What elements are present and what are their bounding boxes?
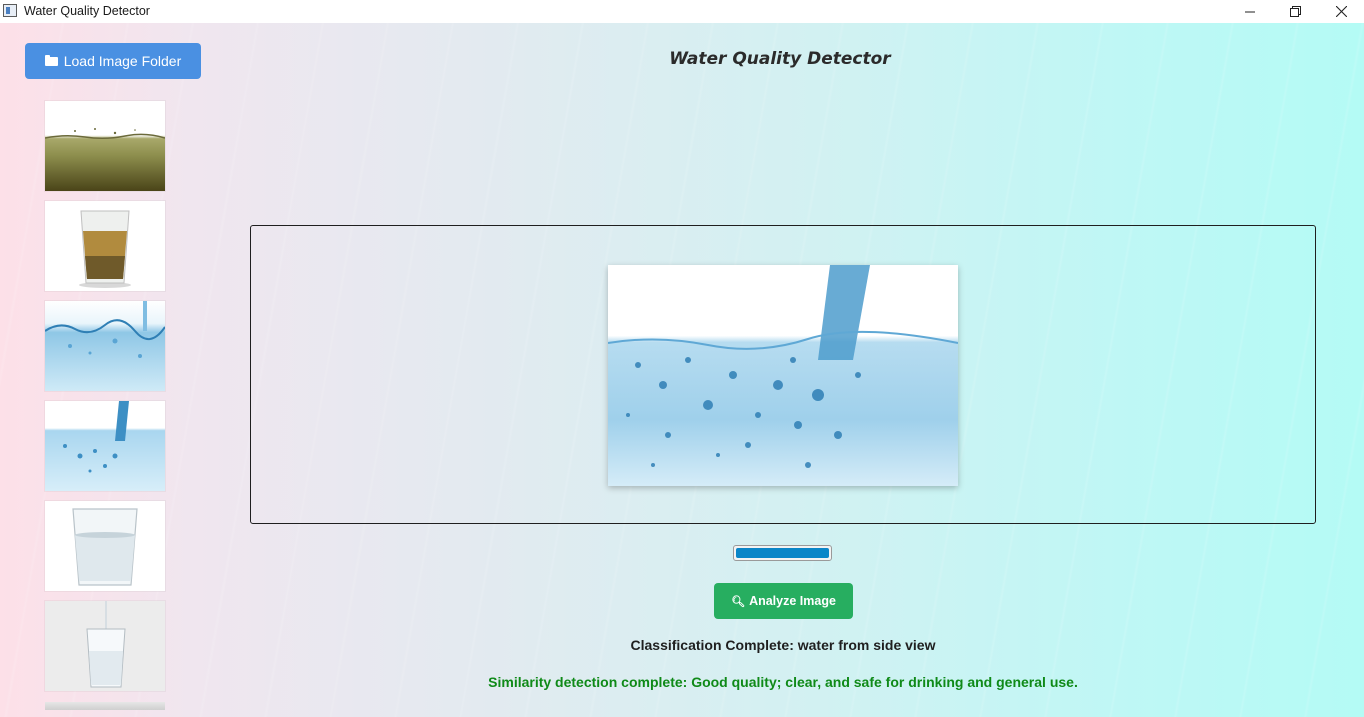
thumbnail-blue-splash[interactable] xyxy=(45,301,165,391)
analyze-image-label: Analyze Image xyxy=(749,594,836,608)
window-title: Water Quality Detector xyxy=(24,4,150,18)
thumbnail-partial[interactable] xyxy=(45,702,165,710)
selected-image-preview xyxy=(608,265,958,486)
window-title-bar: Water Quality Detector xyxy=(0,0,1364,23)
maximize-icon xyxy=(1289,6,1301,17)
thumbnail-clear-glass[interactable] xyxy=(45,501,165,591)
folder-icon xyxy=(44,54,58,66)
close-button[interactable] xyxy=(1318,0,1364,23)
analysis-progress-bar xyxy=(733,545,832,561)
search-icon: 🔍︎ xyxy=(731,595,746,608)
thumbnail-water-side-view[interactable] xyxy=(45,401,165,491)
water-side-view-preview-image xyxy=(608,265,958,486)
progress-fill xyxy=(736,548,829,558)
water-side-view-image xyxy=(45,401,165,491)
thumbnail-brown-water-glass[interactable] xyxy=(45,201,165,291)
classification-result: Classification Complete: water from side… xyxy=(630,637,936,653)
maximize-button[interactable] xyxy=(1272,0,1318,23)
clear-glass-image xyxy=(45,501,165,591)
blue-splash-image xyxy=(45,301,165,391)
thumbnail-murky-water[interactable] xyxy=(45,101,165,191)
similarity-result: Similarity detection complete: Good qual… xyxy=(488,674,1078,690)
pouring-glass-image xyxy=(45,601,165,691)
load-image-folder-label: Load Image Folder xyxy=(63,53,182,69)
analyze-image-button[interactable]: 🔍︎ Analyze Image xyxy=(714,583,853,619)
murky-water-image xyxy=(45,101,165,191)
main-area: Load Image Folder Water Quality Detector xyxy=(0,23,1364,717)
minimize-button[interactable] xyxy=(1227,0,1273,23)
load-image-folder-button[interactable]: Load Image Folder xyxy=(25,43,201,79)
close-icon xyxy=(1335,6,1347,17)
thumbnail-pouring-glass[interactable] xyxy=(45,601,165,691)
brown-water-glass-image xyxy=(45,201,165,291)
minimize-icon xyxy=(1245,11,1255,12)
app-icon xyxy=(3,4,17,17)
page-title: Water Quality Detector xyxy=(669,49,891,69)
